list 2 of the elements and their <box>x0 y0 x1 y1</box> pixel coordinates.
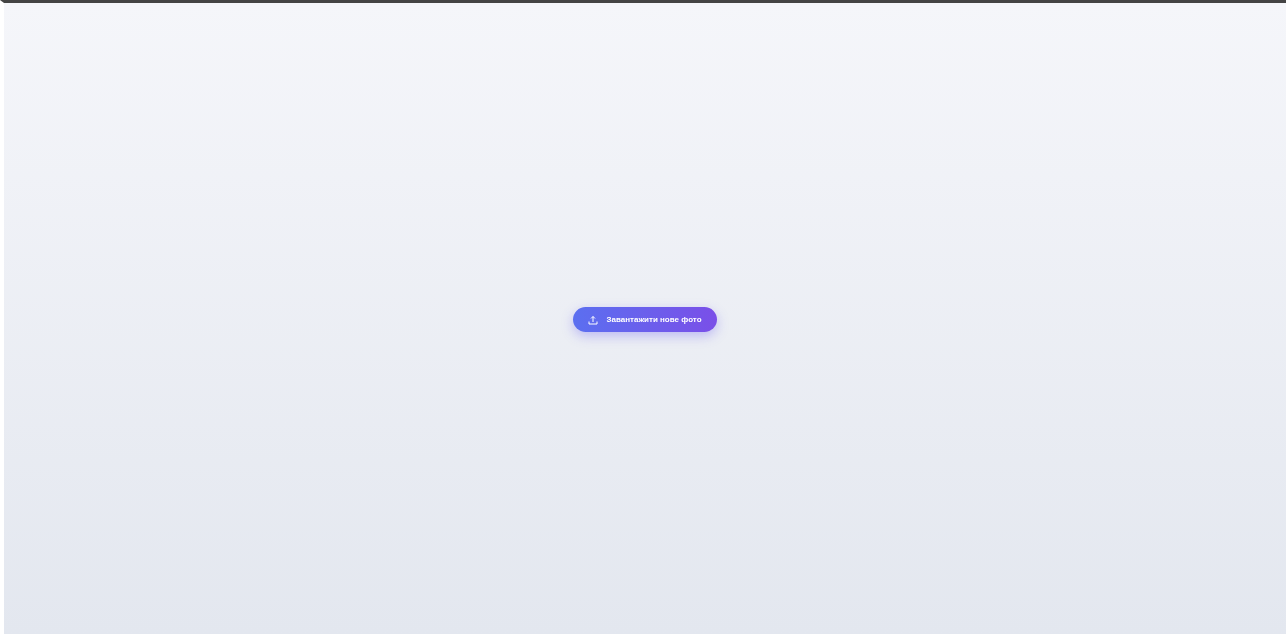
upload-button[interactable]: Завантажити нове фото <box>573 307 717 332</box>
upload-icon <box>588 314 599 325</box>
